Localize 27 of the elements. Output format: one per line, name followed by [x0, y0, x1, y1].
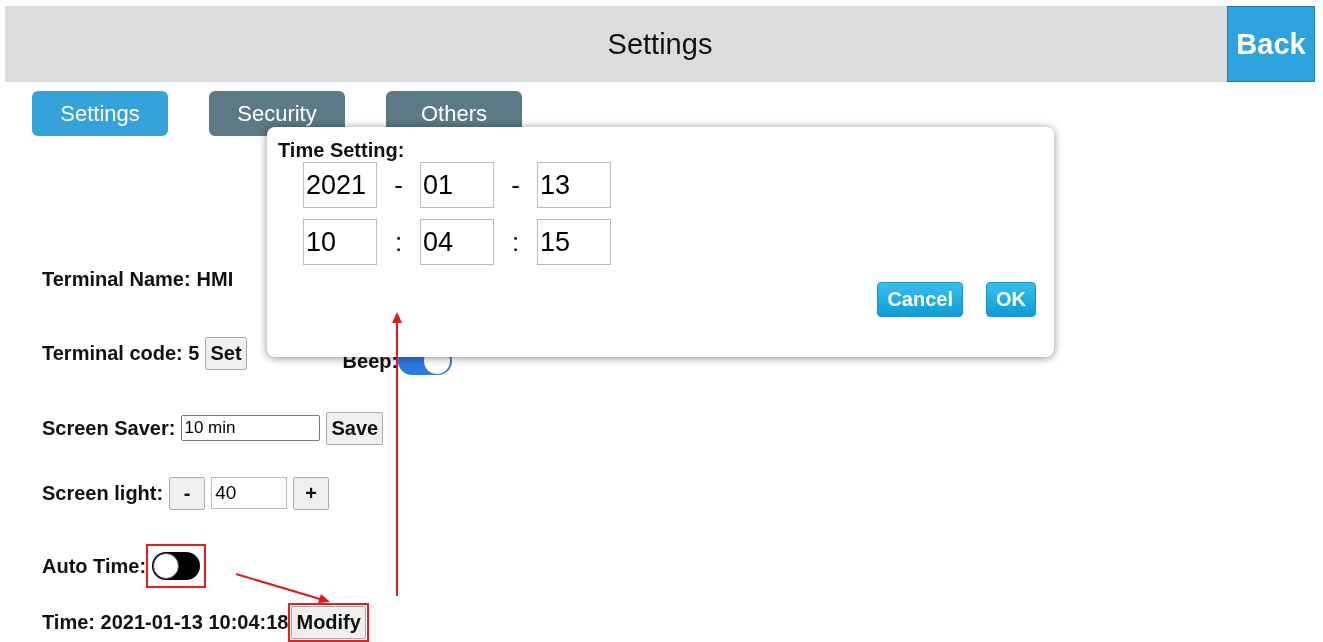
- field-label: Terminal code: 5: [42, 341, 200, 365]
- toggle-switch[interactable]: [152, 552, 201, 580]
- field-value: HMI: [196, 267, 234, 291]
- field-label: Time: 2021-01-13 10:04:18: [42, 610, 289, 634]
- increase-button[interactable]: +: [293, 476, 330, 510]
- set-button[interactable]: Set: [205, 336, 247, 370]
- page-title: Settings: [607, 27, 713, 61]
- field-label: Screen light:: [42, 481, 164, 505]
- input-field[interactable]: 15: [537, 219, 611, 265]
- modify-button[interactable]: Modify: [291, 605, 366, 639]
- decrease-button[interactable]: -: [169, 476, 206, 510]
- input-field[interactable]: 2021: [303, 162, 377, 208]
- separator: :: [393, 226, 404, 258]
- input-field[interactable]: 01: [420, 162, 494, 208]
- separator: -: [393, 169, 404, 201]
- input-field[interactable]: 10: [303, 219, 377, 265]
- input-field[interactable]: 13: [537, 162, 611, 208]
- field-label: Terminal Name:: [42, 267, 191, 291]
- separator: :: [510, 226, 521, 258]
- separator: -: [510, 169, 521, 201]
- input-field[interactable]: 40: [211, 477, 288, 509]
- save-button[interactable]: Save: [326, 411, 384, 445]
- dialog-title: Time Setting:: [278, 139, 406, 162]
- input-field[interactable]: 04: [420, 219, 494, 265]
- input-field[interactable]: 10 min: [181, 415, 321, 441]
- field-label: Auto Time:: [42, 554, 147, 578]
- field-label: Screen Saver:: [42, 416, 176, 440]
